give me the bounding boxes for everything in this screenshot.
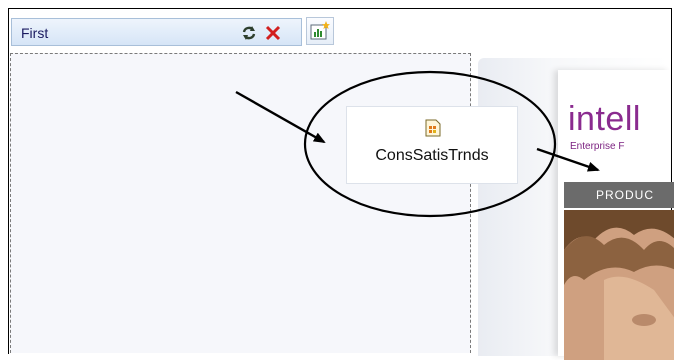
annotation-overlay [235,70,600,218]
annotation-arrow-right [536,147,600,172]
highlight-ellipse [303,70,557,218]
annotation-arrow-left [235,90,326,144]
